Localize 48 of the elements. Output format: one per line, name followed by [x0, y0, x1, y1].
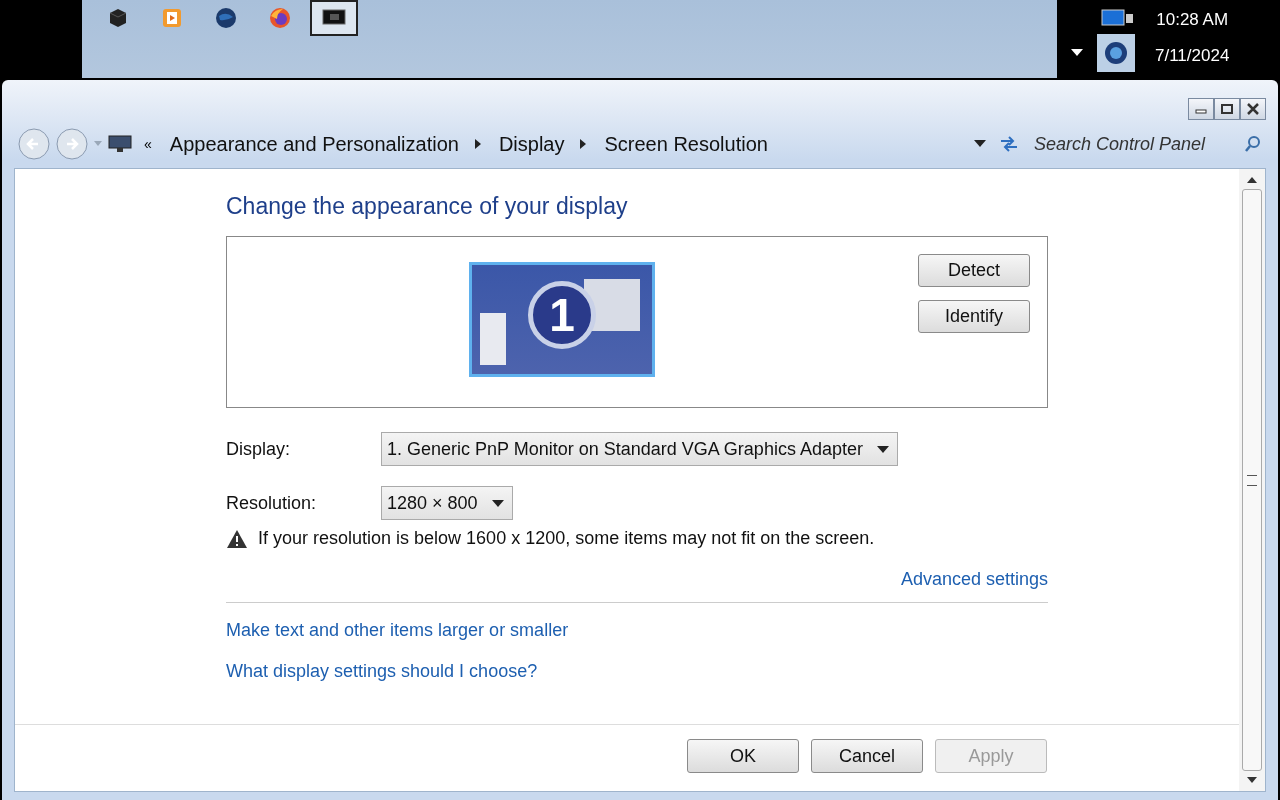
breadcrumb-link[interactable]: Screen Resolution	[604, 132, 768, 156]
scrollbar[interactable]	[1239, 169, 1265, 791]
help-link[interactable]: Make text and other items larger or smaller	[226, 620, 569, 640]
monitor-icon	[108, 135, 132, 153]
warning-icon	[226, 528, 248, 549]
caret-down-icon	[491, 499, 504, 507]
search-icon[interactable]	[1244, 135, 1262, 153]
refresh-icon[interactable]	[998, 135, 1020, 153]
chevron-right-icon[interactable]	[474, 139, 481, 149]
chevron-right-icon[interactable]	[580, 139, 587, 149]
close-icon	[1247, 103, 1259, 115]
advanced-settings-link[interactable]: Advanced settings	[900, 569, 1048, 590]
clock-time: 10:28 AM	[1156, 10, 1229, 30]
window-thumbnail	[480, 313, 506, 365]
network-icon[interactable]	[1097, 34, 1135, 72]
caret-down-icon	[876, 445, 889, 453]
cube-icon	[107, 7, 129, 29]
maximize-button[interactable]	[1214, 98, 1240, 120]
browser-icon	[269, 7, 291, 29]
field-label: Resolution:	[226, 492, 318, 514]
taskbar-app-button[interactable]	[310, 0, 358, 36]
scroll-up-icon[interactable]	[1247, 177, 1257, 183]
breadcrumb-link[interactable]: Appearance and Personalization	[169, 132, 459, 156]
dialog-button[interactable]: Cancel	[811, 739, 923, 773]
globe-icon	[215, 7, 237, 29]
clock-date: 7/11/2024	[1155, 46, 1230, 66]
breadcrumb-link[interactable]: Display	[498, 132, 565, 156]
maximize-icon	[1221, 104, 1233, 114]
close-button[interactable]	[1240, 98, 1266, 120]
dropdown[interactable]: 1280 × 800	[381, 486, 513, 520]
dialog-button[interactable]: OK	[687, 739, 799, 773]
monitor-thumbnail[interactable]: 1	[469, 262, 655, 377]
monitor-icon[interactable]	[1101, 8, 1135, 28]
search-field[interactable]: Search Control Panel	[1032, 132, 1266, 156]
media-player-icon	[161, 7, 183, 29]
field-label: Display:	[226, 438, 292, 460]
breadcrumb-overflow[interactable]: «	[144, 136, 152, 152]
caret-down-icon[interactable]	[1071, 49, 1083, 57]
warning-text: If your resolution is below 1600 x 1200, some items may not fit on the screen.	[258, 528, 875, 549]
dropdown[interactable]: 1. Generic PnP Monitor on Standard VGA Graphics Adapter	[381, 432, 898, 466]
page-heading: Change the appearance of your display	[226, 193, 629, 220]
action-button[interactable]: Detect	[918, 254, 1030, 287]
help-link[interactable]: What display settings should I choose?	[226, 661, 538, 681]
action-button[interactable]: Identify	[918, 300, 1030, 333]
scroll-down-icon[interactable]	[1247, 777, 1257, 783]
monitor-number: 1	[528, 281, 596, 349]
caret-down-icon[interactable]	[974, 140, 986, 148]
monitor-icon	[322, 8, 346, 28]
